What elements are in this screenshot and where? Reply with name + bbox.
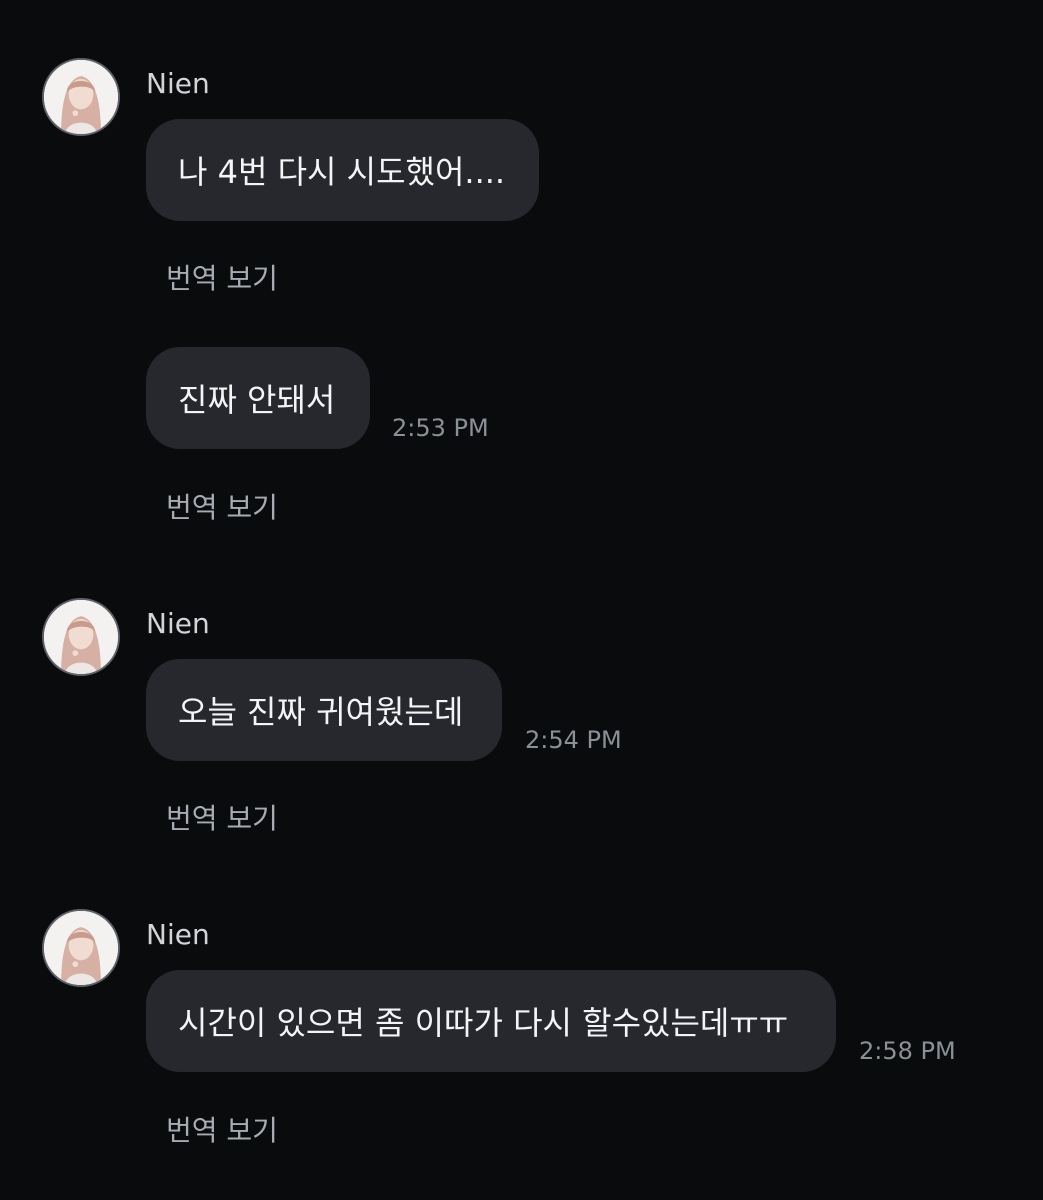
profile-photo-icon: [44, 60, 118, 134]
translate-link[interactable]: 번역 보기: [166, 1117, 278, 1145]
message-text: 진짜 안돼서: [178, 381, 336, 419]
message-bubble[interactable]: 진짜 안돼서: [146, 347, 370, 449]
translate-link[interactable]: 번역 보기: [166, 805, 278, 833]
sender-name: Nien: [146, 67, 210, 100]
message-bubble[interactable]: 오늘 진짜 귀여웠는데: [146, 659, 502, 761]
sender-avatar[interactable]: [42, 598, 120, 676]
sender-avatar[interactable]: [42, 58, 120, 136]
sender-avatar[interactable]: [42, 909, 120, 987]
translate-link[interactable]: 번역 보기: [166, 494, 278, 522]
message-bubble[interactable]: 시간이 있으면 좀 이따가 다시 할수있는데ㅠㅠ: [146, 970, 836, 1072]
message-timestamp: 2:54 PM: [525, 726, 622, 754]
message-text: 오늘 진짜 귀여웠는데: [178, 693, 464, 731]
message-text: 나 4번 다시 시도했어....: [178, 153, 506, 191]
sender-name: Nien: [146, 607, 210, 640]
message-text: 시간이 있으면 좀 이따가 다시 할수있는데ㅠㅠ: [178, 1004, 789, 1042]
message-bubble[interactable]: 나 4번 다시 시도했어....: [146, 119, 539, 221]
sender-name: Nien: [146, 918, 210, 951]
translate-link[interactable]: 번역 보기: [166, 265, 278, 293]
profile-photo-icon: [44, 911, 118, 985]
profile-photo-icon: [44, 600, 118, 674]
message-timestamp: 2:53 PM: [392, 414, 489, 442]
message-timestamp: 2:58 PM: [859, 1037, 956, 1065]
